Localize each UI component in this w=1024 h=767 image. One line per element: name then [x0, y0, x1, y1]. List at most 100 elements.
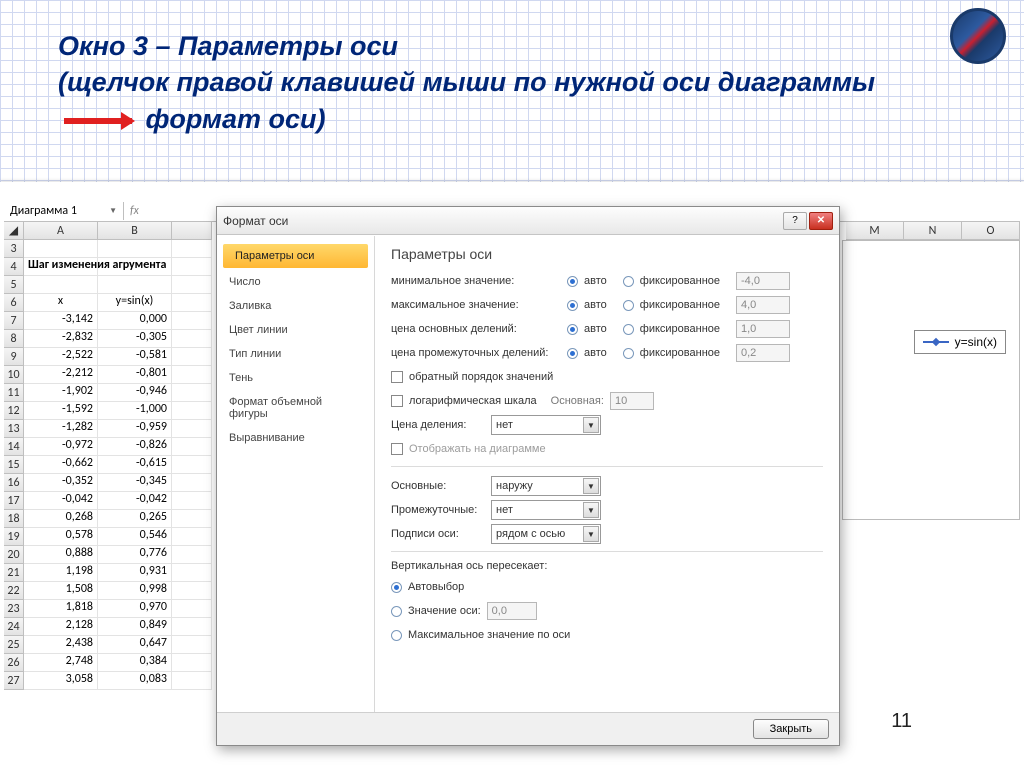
- input-max[interactable]: [736, 296, 790, 314]
- cell-y[interactable]: 0,849: [98, 618, 172, 636]
- row-header[interactable]: 4: [4, 258, 24, 276]
- category-shadow[interactable]: Тень: [217, 366, 374, 390]
- checkbox-reverse[interactable]: [391, 371, 403, 383]
- chart-object[interactable]: [842, 240, 1020, 520]
- row-header[interactable]: 17: [4, 492, 24, 510]
- combo-minor-ticks[interactable]: нет▼: [491, 500, 601, 520]
- th-x[interactable]: x: [24, 294, 98, 312]
- radio-major-auto[interactable]: [567, 324, 578, 335]
- radio-cross-max[interactable]: [391, 630, 402, 641]
- row-header[interactable]: 5: [4, 276, 24, 294]
- category-axis-options[interactable]: Параметры оси: [223, 244, 368, 268]
- input-minor[interactable]: [736, 344, 790, 362]
- cell-y[interactable]: -0,345: [98, 474, 172, 492]
- cell-y[interactable]: -0,615: [98, 456, 172, 474]
- cell-y[interactable]: -0,042: [98, 492, 172, 510]
- cell-y[interactable]: 0,265: [98, 510, 172, 528]
- cell-y[interactable]: -0,305: [98, 330, 172, 348]
- cell-y[interactable]: 0,000: [98, 312, 172, 330]
- input-major[interactable]: [736, 320, 790, 338]
- input-log-base[interactable]: [610, 392, 654, 410]
- radio-minor-auto[interactable]: [567, 348, 578, 359]
- row-header[interactable]: 6: [4, 294, 24, 312]
- cell-y[interactable]: 0,384: [98, 654, 172, 672]
- cell-x[interactable]: 1,198: [24, 564, 98, 582]
- help-button[interactable]: ?: [783, 212, 807, 230]
- row-header[interactable]: 3: [4, 240, 24, 258]
- cell-y[interactable]: -0,826: [98, 438, 172, 456]
- cell-x[interactable]: 0,578: [24, 528, 98, 546]
- row-header[interactable]: 16: [4, 474, 24, 492]
- cell-x[interactable]: -2,832: [24, 330, 98, 348]
- cell-x[interactable]: -1,902: [24, 384, 98, 402]
- cell-y[interactable]: -0,801: [98, 366, 172, 384]
- row-header[interactable]: 10: [4, 366, 24, 384]
- cell-x[interactable]: 0,268: [24, 510, 98, 528]
- radio-cross-auto[interactable]: [391, 582, 402, 593]
- cell-x[interactable]: 1,508: [24, 582, 98, 600]
- radio-min-fixed[interactable]: [623, 276, 634, 287]
- name-box[interactable]: Диаграмма 1 ▼: [4, 202, 124, 220]
- close-dialog-button[interactable]: Закрыть: [753, 719, 829, 739]
- cell-x[interactable]: 2,128: [24, 618, 98, 636]
- category-fill[interactable]: Заливка: [217, 294, 374, 318]
- cell-x[interactable]: -2,212: [24, 366, 98, 384]
- section-label[interactable]: Шаг изменения агрумента: [24, 258, 98, 276]
- combo-display-unit[interactable]: нет▼: [491, 415, 601, 435]
- radio-major-fixed[interactable]: [623, 324, 634, 335]
- cell-x[interactable]: -0,352: [24, 474, 98, 492]
- col-header[interactable]: A: [24, 222, 98, 240]
- row-header[interactable]: 21: [4, 564, 24, 582]
- cell-y[interactable]: 0,546: [98, 528, 172, 546]
- row-header[interactable]: 8: [4, 330, 24, 348]
- row-header[interactable]: 26: [4, 654, 24, 672]
- cell-x[interactable]: -3,142: [24, 312, 98, 330]
- row-header[interactable]: 18: [4, 510, 24, 528]
- radio-min-auto[interactable]: [567, 276, 578, 287]
- row-header[interactable]: 27: [4, 672, 24, 690]
- row-header[interactable]: 13: [4, 420, 24, 438]
- radio-cross-value[interactable]: [391, 606, 402, 617]
- cell-y[interactable]: 0,970: [98, 600, 172, 618]
- checkbox-log[interactable]: [391, 395, 403, 407]
- row-header[interactable]: 12: [4, 402, 24, 420]
- th-y[interactable]: y=sin(x): [98, 294, 172, 312]
- cell-x[interactable]: -0,042: [24, 492, 98, 510]
- category-line-style[interactable]: Тип линии: [217, 342, 374, 366]
- cell-y[interactable]: -0,959: [98, 420, 172, 438]
- category-line-color[interactable]: Цвет линии: [217, 318, 374, 342]
- cell-y[interactable]: -1,000: [98, 402, 172, 420]
- radio-minor-fixed[interactable]: [623, 348, 634, 359]
- cell-y[interactable]: -0,946: [98, 384, 172, 402]
- close-button[interactable]: ✕: [809, 212, 833, 230]
- cell-x[interactable]: -1,282: [24, 420, 98, 438]
- cell-x[interactable]: 1,818: [24, 600, 98, 618]
- cell-x[interactable]: -2,522: [24, 348, 98, 366]
- cell-x[interactable]: -0,662: [24, 456, 98, 474]
- dialog-titlebar[interactable]: Формат оси ? ✕: [217, 207, 839, 235]
- row-header[interactable]: 15: [4, 456, 24, 474]
- cell-x[interactable]: -1,592: [24, 402, 98, 420]
- cell-y[interactable]: 0,998: [98, 582, 172, 600]
- cell-y[interactable]: 0,647: [98, 636, 172, 654]
- cell-x[interactable]: 0,888: [24, 546, 98, 564]
- col-header[interactable]: B: [98, 222, 172, 240]
- combo-major-ticks[interactable]: наружу▼: [491, 476, 601, 496]
- select-all[interactable]: ◢: [4, 222, 24, 240]
- row-header[interactable]: 9: [4, 348, 24, 366]
- col-header[interactable]: M: [846, 222, 904, 240]
- row-header[interactable]: 19: [4, 528, 24, 546]
- input-min[interactable]: [736, 272, 790, 290]
- chart-legend[interactable]: y=sin(x): [914, 330, 1006, 354]
- col-header[interactable]: O: [962, 222, 1020, 240]
- row-header[interactable]: 23: [4, 600, 24, 618]
- radio-max-fixed[interactable]: [623, 300, 634, 311]
- category-3d-format[interactable]: Формат объемной фигуры: [217, 390, 374, 426]
- cell-x[interactable]: 2,438: [24, 636, 98, 654]
- cell-x[interactable]: -0,972: [24, 438, 98, 456]
- cell-x[interactable]: 2,748: [24, 654, 98, 672]
- category-number[interactable]: Число: [217, 270, 374, 294]
- col-header[interactable]: N: [904, 222, 962, 240]
- input-cross-value[interactable]: [487, 602, 537, 620]
- col-header[interactable]: [172, 222, 212, 240]
